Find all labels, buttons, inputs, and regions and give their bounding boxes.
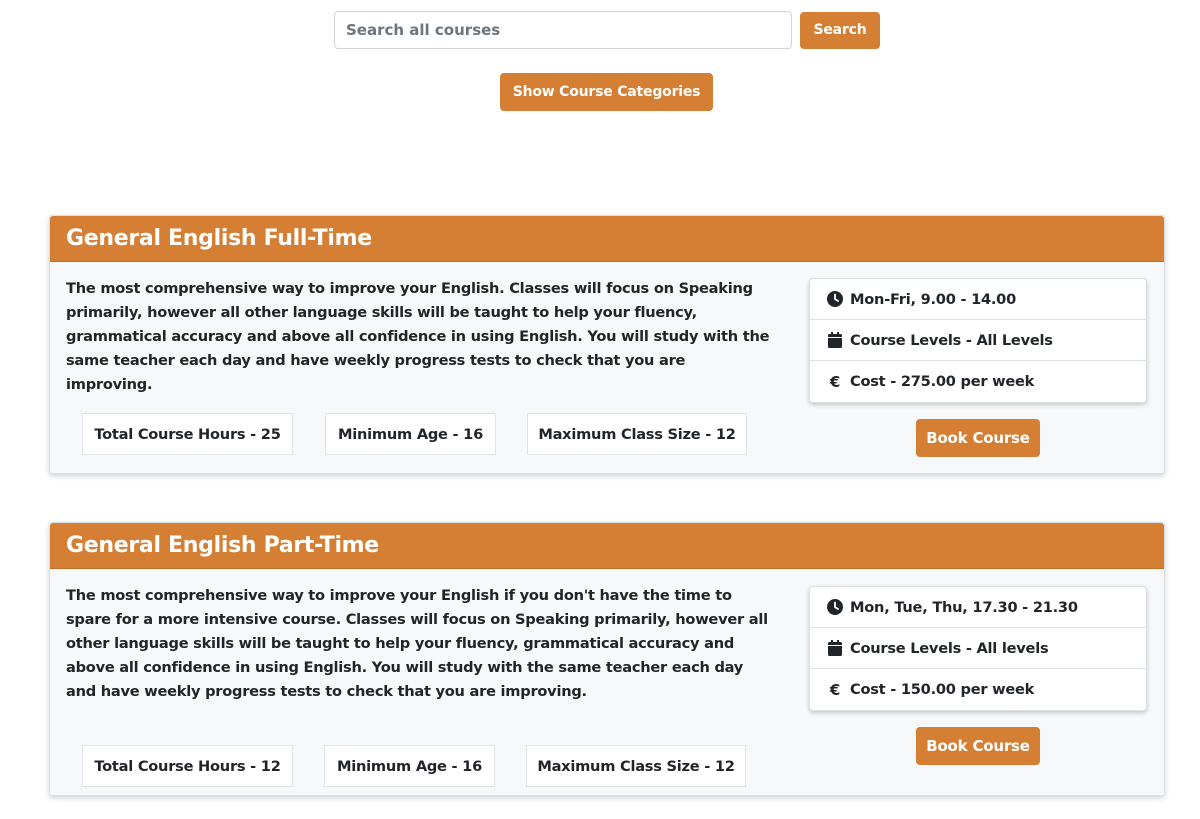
total-course-hours: Total Course Hours - 12 (82, 745, 293, 787)
book-course-button[interactable]: Book Course (916, 419, 1040, 457)
course-cost-text: Cost - 150.00 per week (850, 681, 1035, 698)
course-info-list: Mon-Fri, 9.00 - 14.00 Course Levels - Al… (809, 278, 1147, 403)
euro-icon: € (829, 372, 841, 391)
show-course-categories-button[interactable]: Show Course Categories (500, 73, 713, 111)
calendar-icon (826, 639, 844, 657)
minimum-age: Minimum Age - 16 (325, 413, 496, 455)
course-description: The most comprehensive way to improve yo… (66, 587, 768, 700)
course-cost: € Cost - 150.00 per week (810, 669, 1146, 710)
course-cost-text: Cost - 275.00 per week (850, 373, 1035, 390)
search-button[interactable]: Search (800, 11, 880, 49)
course-cost: € Cost - 275.00 per week (810, 361, 1146, 402)
course-card: General English Full-Time The most compr… (49, 215, 1165, 474)
course-card-header: General English Part-Time (50, 523, 1164, 569)
course-description: The most comprehensive way to improve yo… (66, 280, 770, 393)
course-card-header: General English Full-Time (50, 216, 1164, 262)
maximum-class-size: Maximum Class Size - 12 (526, 745, 746, 787)
search-input[interactable] (334, 11, 792, 49)
minimum-age: Minimum Age - 16 (324, 745, 495, 787)
course-schedule: Mon, Tue, Thu, 17.30 - 21.30 (810, 587, 1146, 628)
course-title: General English Full-Time (66, 226, 372, 251)
course-info-list: Mon, Tue, Thu, 17.30 - 21.30 Course Leve… (809, 586, 1147, 711)
book-course-button[interactable]: Book Course (916, 727, 1040, 765)
course-levels-text: Course Levels - All Levels (850, 331, 1053, 349)
calendar-icon (826, 331, 844, 349)
clock-icon (826, 598, 844, 616)
course-schedule-text: Mon, Tue, Thu, 17.30 - 21.30 (850, 598, 1078, 616)
course-schedule-text: Mon-Fri, 9.00 - 14.00 (850, 290, 1016, 308)
total-course-hours: Total Course Hours - 25 (82, 413, 293, 455)
clock-icon (826, 290, 844, 308)
course-levels-text: Course Levels - All levels (850, 639, 1049, 657)
course-levels: Course Levels - All Levels (810, 320, 1146, 361)
search-bar: Search (334, 11, 880, 49)
course-schedule: Mon-Fri, 9.00 - 14.00 (810, 279, 1146, 320)
euro-icon: € (829, 680, 841, 699)
course-card: General English Part-Time The most compr… (49, 522, 1165, 796)
course-title: General English Part-Time (66, 533, 379, 558)
course-levels: Course Levels - All levels (810, 628, 1146, 669)
maximum-class-size: Maximum Class Size - 12 (527, 413, 747, 455)
